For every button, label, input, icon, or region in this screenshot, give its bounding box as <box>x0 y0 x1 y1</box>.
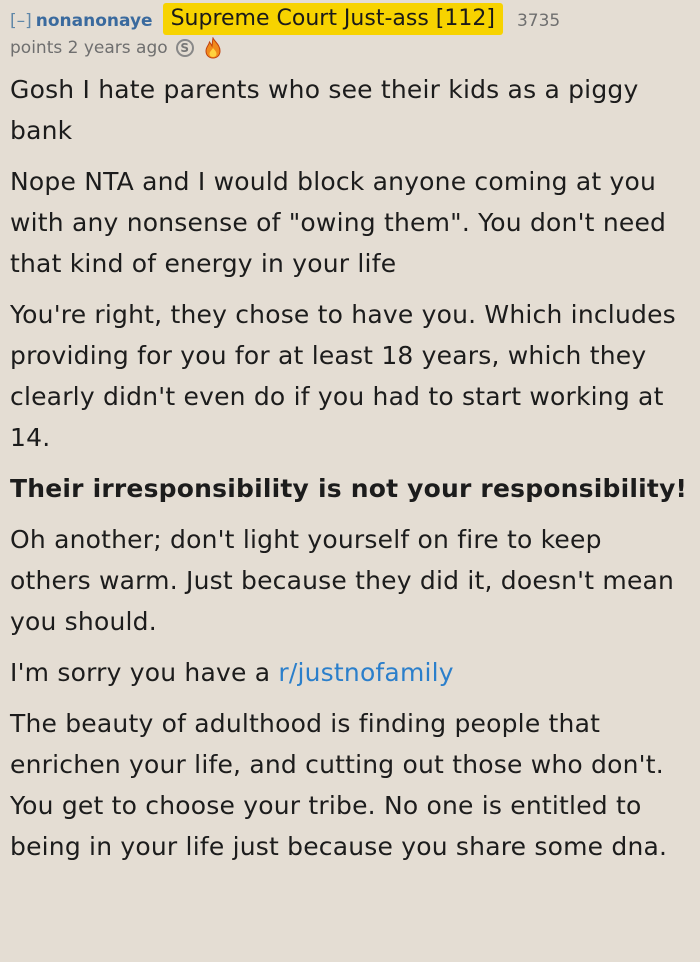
comment-body: Gosh I hate parents who see their kids a… <box>10 69 690 867</box>
comment-paragraph: The beauty of adulthood is finding peopl… <box>10 709 668 861</box>
subreddit-link[interactable]: r/justnofamily <box>278 658 453 687</box>
comment-paragraph: Nope NTA and I would block anyone coming… <box>10 167 667 278</box>
collapse-toggle[interactable]: [–] <box>10 11 32 31</box>
comment-paragraph: Gosh I hate parents who see their kids a… <box>10 75 639 145</box>
comment-paragraph: You're right, they chose to have you. Wh… <box>10 300 676 452</box>
user-flair: Supreme Court Just-ass [112] <box>162 3 503 35</box>
score-number: 3735 <box>516 11 561 31</box>
silver-award-icon[interactable]: S <box>175 39 194 57</box>
comment-meta: points 2 years ago S <box>10 35 690 61</box>
comment-bold-paragraph: Their irresponsibility is not your respo… <box>10 474 688 503</box>
author-link[interactable]: nonanonaye <box>36 11 153 31</box>
comment: [–] nonanonaye Supreme Court Just-ass [112… <box>0 0 700 962</box>
fire-award-icon[interactable] <box>204 37 222 59</box>
sorry-text: I'm sorry you have a <box>10 658 279 687</box>
comment-paragraph: Oh another; don't light yourself on fire… <box>10 525 675 636</box>
score-and-time: points 2 years ago <box>10 38 168 58</box>
comment-paragraph-sorry: I'm sorry you have a r/justnofamily <box>10 652 690 693</box>
comment-tagline: [–] nonanonaye Supreme Court Just-ass [112… <box>10 3 690 36</box>
